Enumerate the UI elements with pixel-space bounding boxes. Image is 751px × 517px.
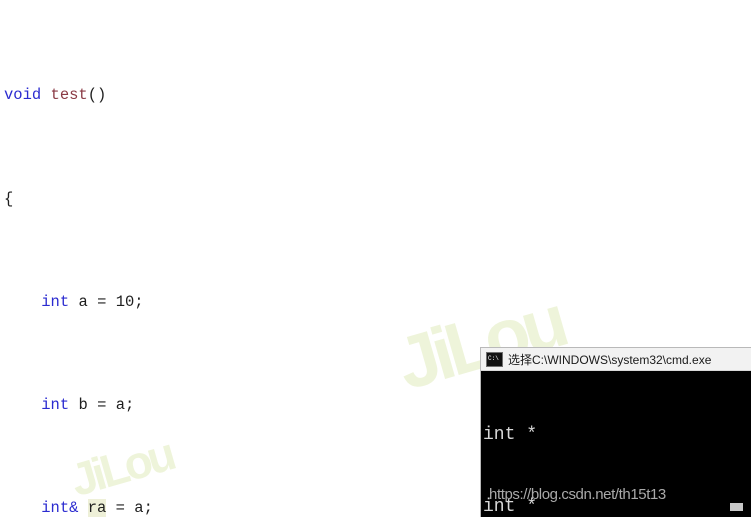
token-keyword-int-ref: int& <box>41 499 79 517</box>
cmd-icon <box>486 351 503 367</box>
console-window-title: 选择C:\WINDOWS\system32\cmd.exe <box>508 352 712 367</box>
screenshot-root: JiLou JiLou void test() { int a = 10; in… <box>0 0 751 517</box>
console-output-line: int * <box>483 495 751 516</box>
token-assign: = <box>97 292 107 311</box>
console-output-line: int * <box>483 423 751 447</box>
console-output-area[interactable]: int * int * int int 请按任意键继续. . . https:/… <box>481 371 751 516</box>
token-paren-empty: () <box>87 86 107 105</box>
console-titlebar[interactable]: 选择C:\WINDOWS\system32\cmd.exe <box>481 348 751 371</box>
cmd-console-window[interactable]: 选择C:\WINDOWS\system32\cmd.exe int * int … <box>481 348 751 517</box>
token-var-b: b <box>78 395 88 414</box>
token-var-a: a <box>115 395 125 414</box>
token-semicolon: ; <box>134 292 144 311</box>
console-output-text: int * <box>483 497 538 516</box>
token-brace-open: { <box>4 189 14 208</box>
token-var-ra-highlighted[interactable]: ra <box>87 499 107 517</box>
token-assign: = <box>97 395 107 414</box>
token-assign: = <box>115 499 125 517</box>
code-line-1: void test() <box>4 83 751 109</box>
code-line-2: { <box>4 187 751 213</box>
token-function-test: test <box>50 86 88 105</box>
token-keyword-void: void <box>4 86 42 105</box>
token-var-a: a <box>134 499 144 517</box>
token-literal-10: 10 <box>115 292 135 311</box>
token-semicolon: ; <box>143 499 153 517</box>
token-keyword-int: int <box>41 395 70 414</box>
code-line-3: int a = 10; <box>4 290 751 316</box>
console-output-text: int * <box>483 425 538 445</box>
token-semicolon: ; <box>125 395 135 414</box>
console-block-cursor <box>730 503 743 511</box>
token-var-a: a <box>78 292 88 311</box>
token-keyword-int: int <box>41 292 70 311</box>
